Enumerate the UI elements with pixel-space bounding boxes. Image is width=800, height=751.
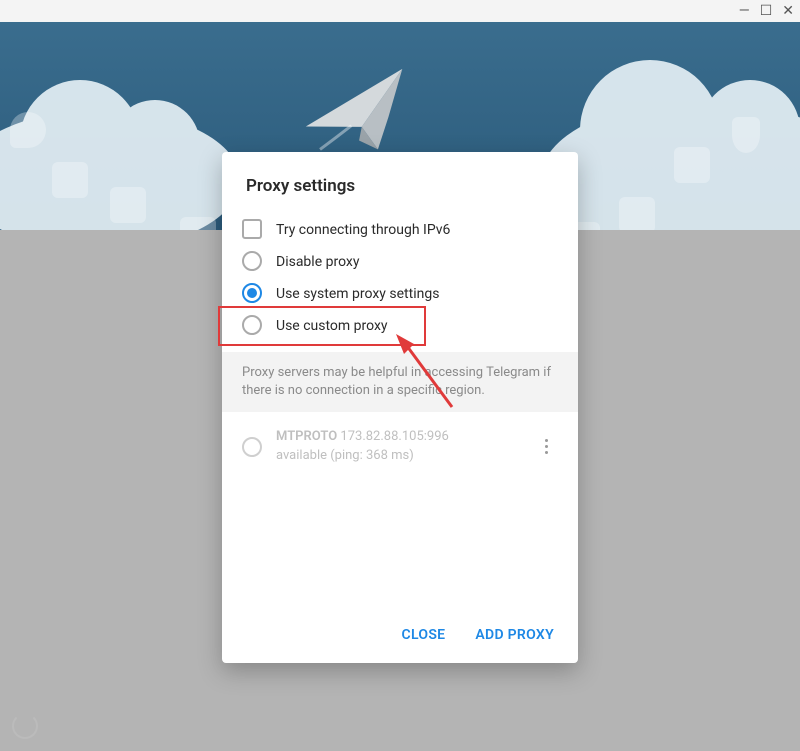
spacer <box>222 481 578 611</box>
radio-icon <box>242 251 262 271</box>
deco-icon <box>10 112 46 148</box>
dialog-header: Proxy settings <box>222 152 578 214</box>
dialog-footer: CLOSE ADD PROXY <box>222 611 578 663</box>
window-titlebar: — ☐ ✕ <box>0 0 800 22</box>
proxy-settings-dialog: Proxy settings Try connecting through IP… <box>222 152 578 663</box>
option-label: Use custom proxy <box>276 318 388 334</box>
radio-icon <box>242 315 262 335</box>
proxy-protocol: MTPROTO <box>276 429 337 444</box>
proxy-status: available (ping: 368 ms) <box>276 447 534 465</box>
deco-icon <box>52 162 88 198</box>
deco-icon <box>180 217 216 230</box>
deco-icon <box>732 117 760 153</box>
proxy-list: MTPROTO 173.82.88.105:996 available (pin… <box>222 412 578 480</box>
option-disable-proxy[interactable]: Disable proxy <box>242 246 558 278</box>
close-window-button[interactable]: ✕ <box>782 4 794 18</box>
add-proxy-button[interactable]: ADD PROXY <box>475 627 554 643</box>
option-custom-proxy[interactable]: Use custom proxy <box>242 310 558 342</box>
cloud-decoration <box>540 100 800 230</box>
deco-icon <box>110 187 146 223</box>
option-ipv6[interactable]: Try connecting through IPv6 <box>242 214 558 246</box>
radio-icon <box>242 283 262 303</box>
proxy-item-text: MTPROTO 173.82.88.105:996 available (pin… <box>276 428 534 464</box>
info-strip: Proxy servers may be helpful in accessin… <box>222 352 578 412</box>
option-label: Try connecting through IPv6 <box>276 222 450 238</box>
loading-spinner-icon <box>12 713 38 739</box>
deco-icon <box>619 197 655 230</box>
close-button[interactable]: CLOSE <box>402 627 446 643</box>
option-label: Disable proxy <box>276 254 359 270</box>
maximize-button[interactable]: ☐ <box>760 4 773 18</box>
more-menu-icon[interactable] <box>534 433 558 460</box>
checkbox-icon <box>242 219 262 239</box>
proxy-list-item[interactable]: MTPROTO 173.82.88.105:996 available (pin… <box>222 416 578 476</box>
info-text: Proxy servers may be helpful in accessin… <box>242 364 558 400</box>
minimize-button[interactable]: — <box>739 4 750 18</box>
proxy-options-group: Try connecting through IPv6 Disable prox… <box>222 214 578 352</box>
radio-icon <box>242 437 262 457</box>
deco-icon <box>674 147 710 183</box>
option-label: Use system proxy settings <box>276 286 439 302</box>
proxy-address: 173.82.88.105:996 <box>340 429 448 444</box>
dialog-title: Proxy settings <box>246 176 554 196</box>
option-system-proxy[interactable]: Use system proxy settings <box>242 278 558 310</box>
